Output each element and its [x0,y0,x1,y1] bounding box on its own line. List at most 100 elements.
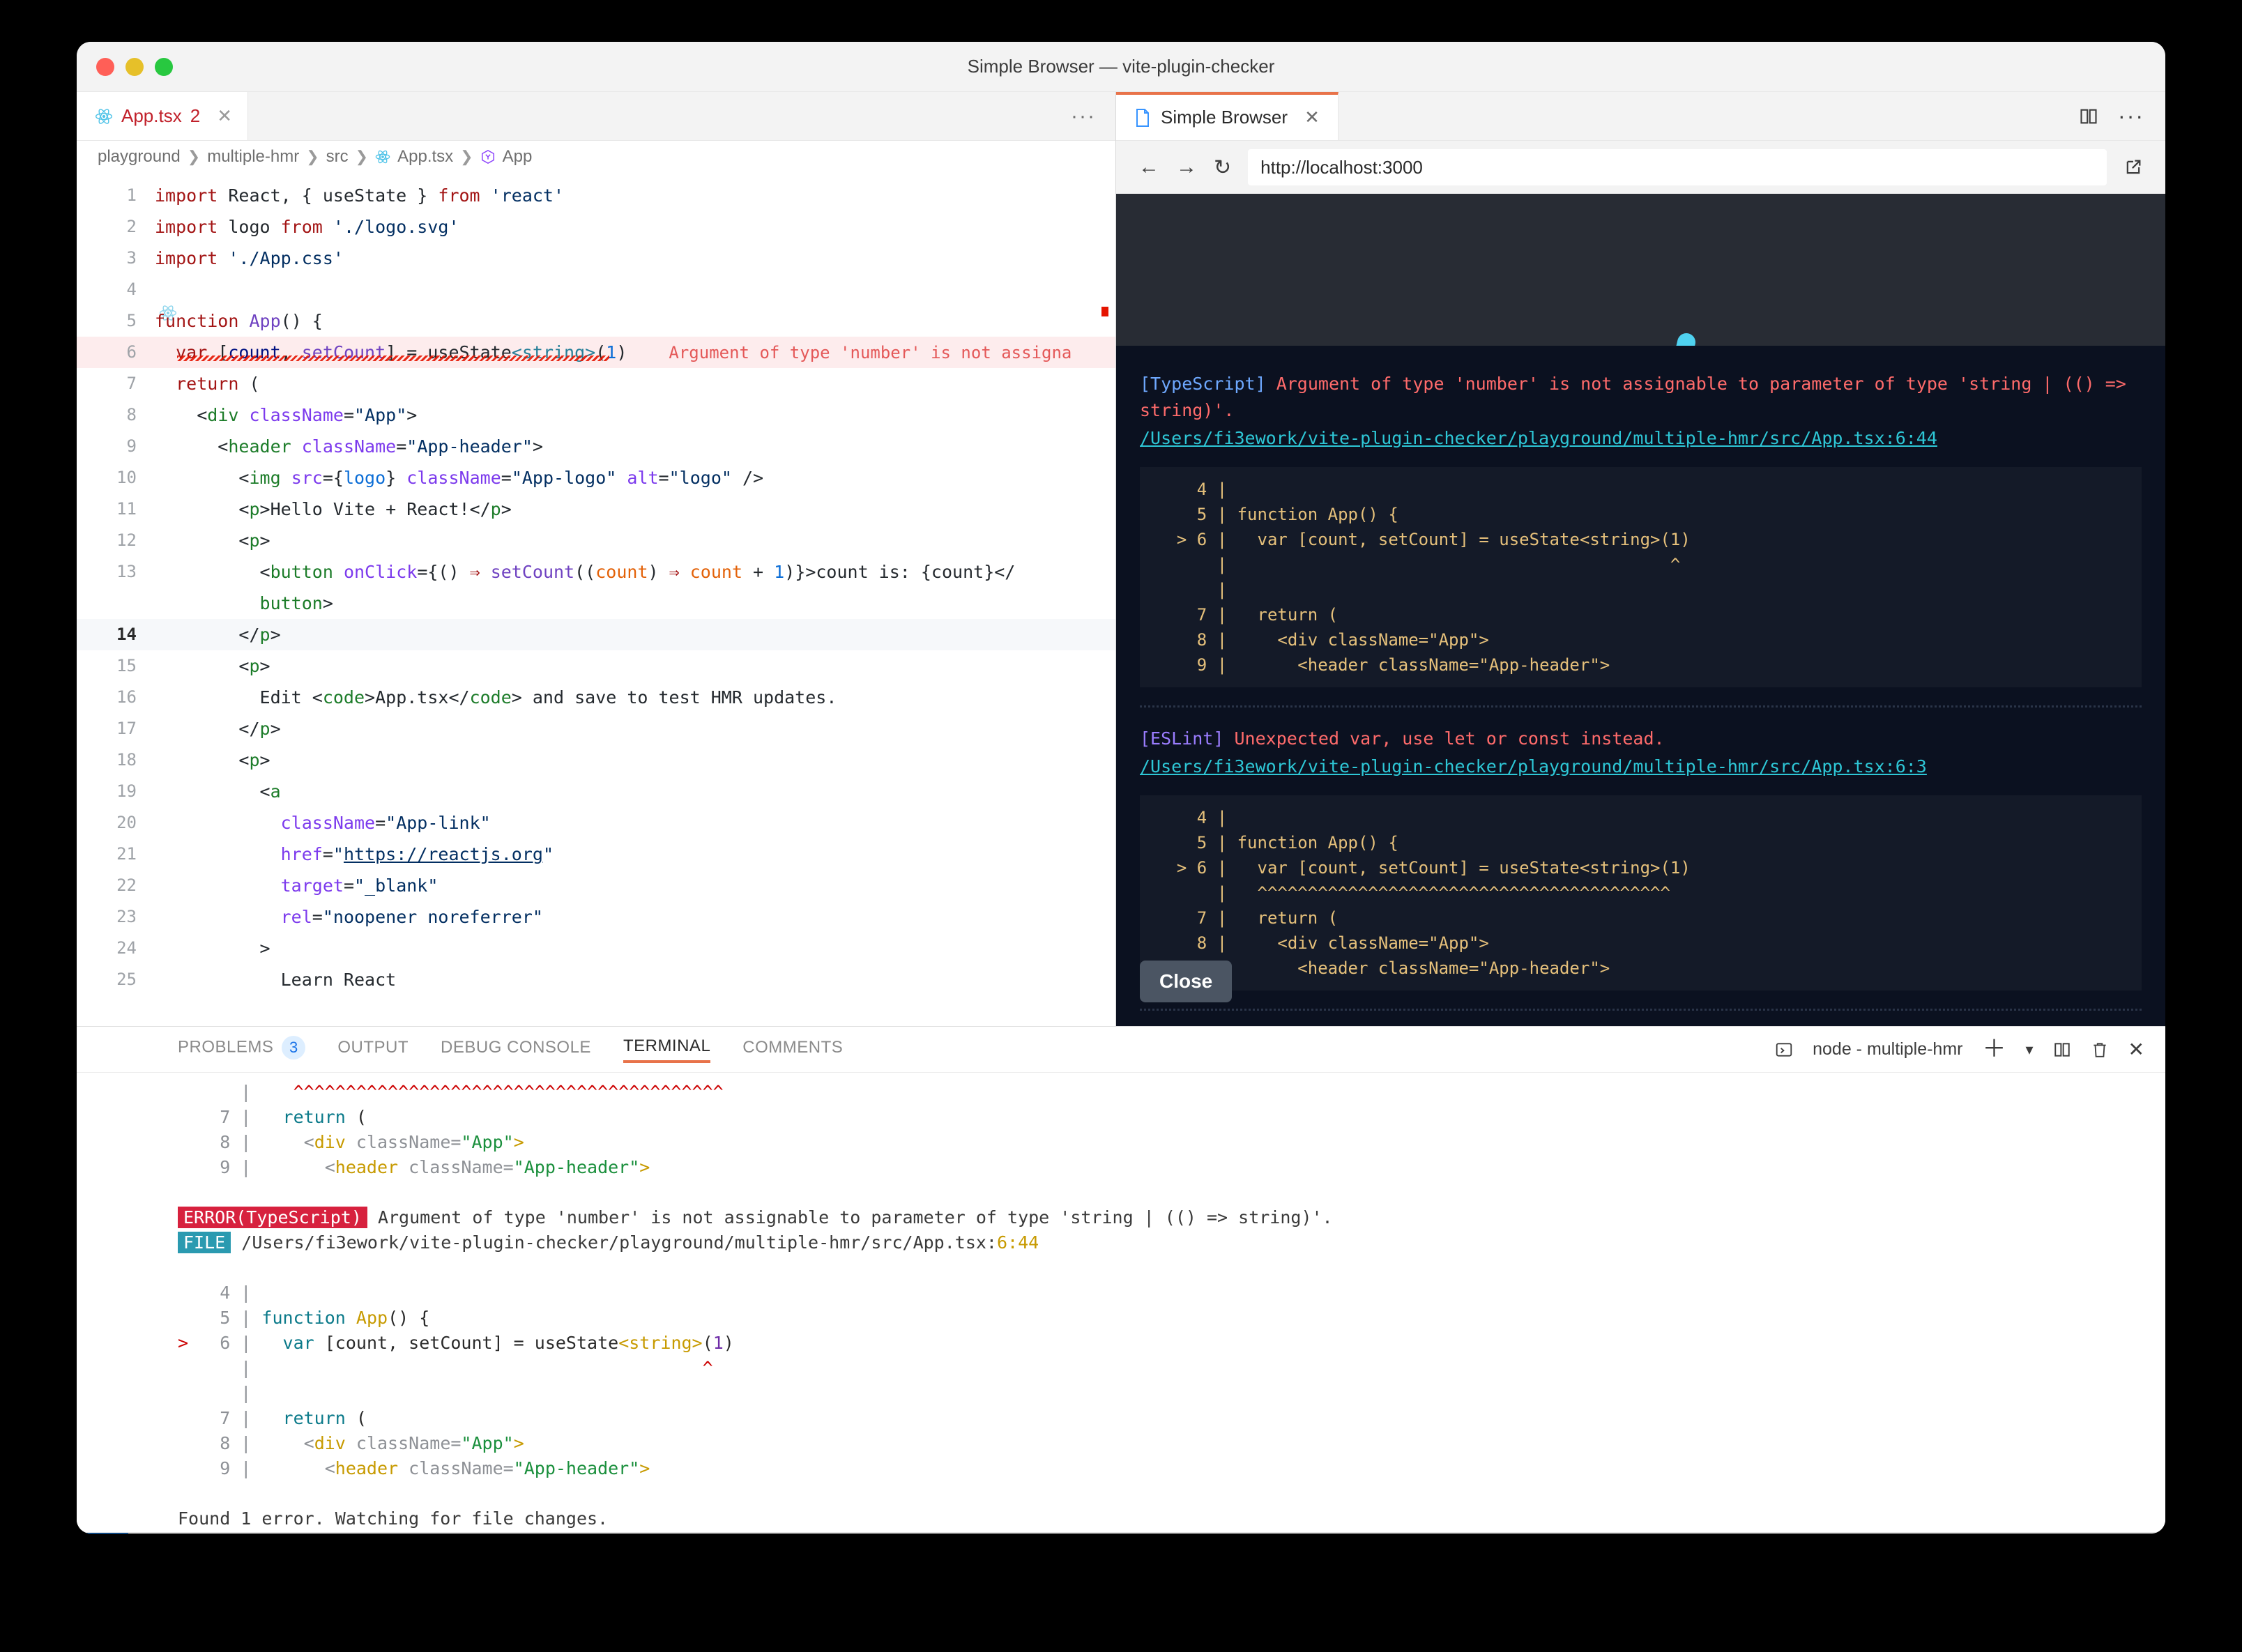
close-overlay-button[interactable]: Close [1140,961,1233,1002]
line-number: 16 [116,687,137,707]
code-editor[interactable]: 1 import React, { useState } from 'react… [77,173,1115,1026]
more-actions-icon[interactable]: ··· [1071,92,1115,140]
error-message: Unexpected var, use let or const instead… [1234,728,1665,749]
panel-tabbar: PROBLEMS 3 OUTPUT DEBUG CONSOLE TERMINAL … [77,1027,2165,1073]
terminal-error-badge: ERROR(TypeScript) [178,1207,367,1228]
vite-error-overlay: [TypeScript] Argument of type 'number' i… [1116,346,2165,1026]
line-number: 18 [116,750,137,770]
breadcrumb-item-3[interactable]: App.tsx [397,147,453,167]
breadcrumb-item-2[interactable]: src [326,147,349,167]
line-number: 4 [126,280,137,299]
line-number: 17 [116,719,137,738]
problems-count-badge: 3 [282,1035,306,1060]
overlay-divider-bottom [1140,1009,2142,1011]
traffic-lights[interactable] [96,57,173,76]
terminal-footer-line: Found 1 error. Watching for file changes… [178,1508,609,1529]
line-number: 13 [116,562,137,581]
code-line: 1 import React, { useState } from 'react… [77,180,1115,211]
line-number: 5 [126,311,137,330]
more-actions-icon[interactable]: ··· [2118,103,2144,129]
browser-viewport: [TypeScript] Argument of type 'number' i… [1116,194,2165,1026]
line-content: button> [259,593,333,613]
url-input[interactable]: http://localhost:3000 [1248,149,2107,185]
chevron-down-icon[interactable]: ▾ [2025,1041,2033,1059]
line-content: <p> [155,530,270,551]
tab-debug-console[interactable]: DEBUG CONSOLE [441,1038,591,1062]
line-number: 1 [126,185,137,205]
forward-icon[interactable]: → [1176,155,1197,179]
tab-problems[interactable]: PROBLEMS 3 [178,1035,306,1064]
line-content: href="https://reactjs.org" [280,844,554,864]
open-external-icon[interactable] [2123,158,2143,177]
bottom-panel: PROBLEMS 3 OUTPUT DEBUG CONSOLE TERMINAL … [77,1026,2165,1532]
tab-simple-browser[interactable]: Simple Browser ✕ [1116,92,1339,140]
code-line: 21 href="https://reactjs.org" [77,839,1115,870]
vscode-window: Simple Browser — vite-plugin-checker App… [77,42,2165,1534]
breadcrumb-item-4[interactable]: App [503,147,533,167]
plugin-tag: [TypeScript] [1140,374,1266,394]
line-content: target="_blank" [280,875,439,896]
tabbar-empty-space [248,92,1071,140]
terminal-output[interactable]: | ^^^^^^^^^^^^^^^^^^^^^^^^^^^^^^^^^^^^^^… [77,1073,2165,1532]
line-content: rel="noopener noreferrer" [280,907,543,927]
line-content: Edit <code>App.tsx</code> and save to te… [155,687,837,708]
code-line: 17 </p> [77,713,1115,744]
new-terminal-icon[interactable]: ＋ [1982,1037,2006,1061]
close-panel-icon[interactable]: ✕ [2128,1038,2144,1061]
line-content: return ( [155,374,260,394]
tab-comments[interactable]: COMMENTS [742,1038,843,1062]
error-message: Argument of type 'number' is not assigna… [1140,374,2126,420]
line-number: 9 [126,436,137,456]
zoom-window-button[interactable] [155,57,173,76]
split-terminal-icon[interactable] [2053,1041,2071,1059]
split-editor-icon[interactable] [2079,107,2098,126]
code-line: 5 function App() { [77,305,1115,337]
overlay-error-0: [TypeScript] Argument of type 'number' i… [1140,371,2142,687]
code-lines: 1 import React, { useState } from 'react… [77,180,1115,995]
code-line: 25 Learn React [77,964,1115,995]
error-file-link[interactable]: /Users/fi3ework/vite-plugin-checker/play… [1140,754,2142,780]
line-content: Learn React [155,970,397,990]
window-title: Simple Browser — vite-plugin-checker [967,56,1275,77]
title-bar: Simple Browser — vite-plugin-checker [77,42,2165,92]
close-window-button[interactable] [96,57,114,76]
error-title: [TypeScript] Argument of type 'number' i… [1140,371,2142,424]
close-icon[interactable]: ✕ [1304,107,1320,128]
code-line: 22 target="_blank" [77,870,1115,901]
line-content: <p>Hello Vite + React!</p> [155,499,512,519]
reload-icon[interactable]: ↻ [1214,155,1231,180]
remote-window-indicator[interactable] [77,1532,128,1534]
code-line: 3 import './App.css' [77,243,1115,274]
plugin-tag: [ESLint] [1140,728,1224,749]
chevron-right-icon: ❯ [187,148,201,165]
back-icon[interactable]: ← [1138,155,1159,179]
line-content: <a [155,781,281,802]
breadcrumb: playground ❯ multiple-hmr ❯ src ❯ App.ts… [77,141,1115,173]
tab-terminal[interactable]: TERMINAL [623,1037,711,1063]
active-terminal-name[interactable]: node - multiple-hmr [1813,1039,1962,1060]
line-content: </p> [155,719,281,739]
tab-problems-label: PROBLEMS [178,1037,274,1056]
editor-group: App.tsx 2 ✕ ··· playground ❯ multiple-hm… [77,92,1115,1026]
minimize-window-button[interactable] [125,57,144,76]
close-icon[interactable]: ✕ [217,105,232,127]
tab-app-tsx[interactable]: App.tsx 2 ✕ [77,92,248,140]
line-number: 2 [126,217,137,236]
kill-terminal-icon[interactable] [2091,1041,2109,1059]
code-line: 7 return ( [77,368,1115,399]
line-content: import logo from './logo.svg' [155,217,459,237]
tab-output[interactable]: OUTPUT [337,1038,409,1062]
breadcrumb-item-1[interactable]: multiple-hmr [207,147,299,167]
code-line: 11 <p>Hello Vite + React!</p> [77,494,1115,525]
line-content: > [155,938,270,958]
browser-tab-actions: ··· [2079,92,2165,140]
error-code-frame: 4 | 5 | function App() { > 6 | var [coun… [1140,795,2142,991]
code-line: 16 Edit <code>App.tsx</code> and save to… [77,682,1115,713]
chevron-right-icon: ❯ [355,148,369,165]
line-number: 6 [126,342,137,362]
line-content: import React, { useState } from 'react' [155,185,565,206]
error-file-link[interactable]: /Users/fi3ework/vite-plugin-checker/play… [1140,425,2142,452]
code-line: 20 className="App-link" [77,807,1115,839]
breadcrumb-item-0[interactable]: playground [98,147,181,167]
code-line: 9 <header className="App-header"> [77,431,1115,462]
